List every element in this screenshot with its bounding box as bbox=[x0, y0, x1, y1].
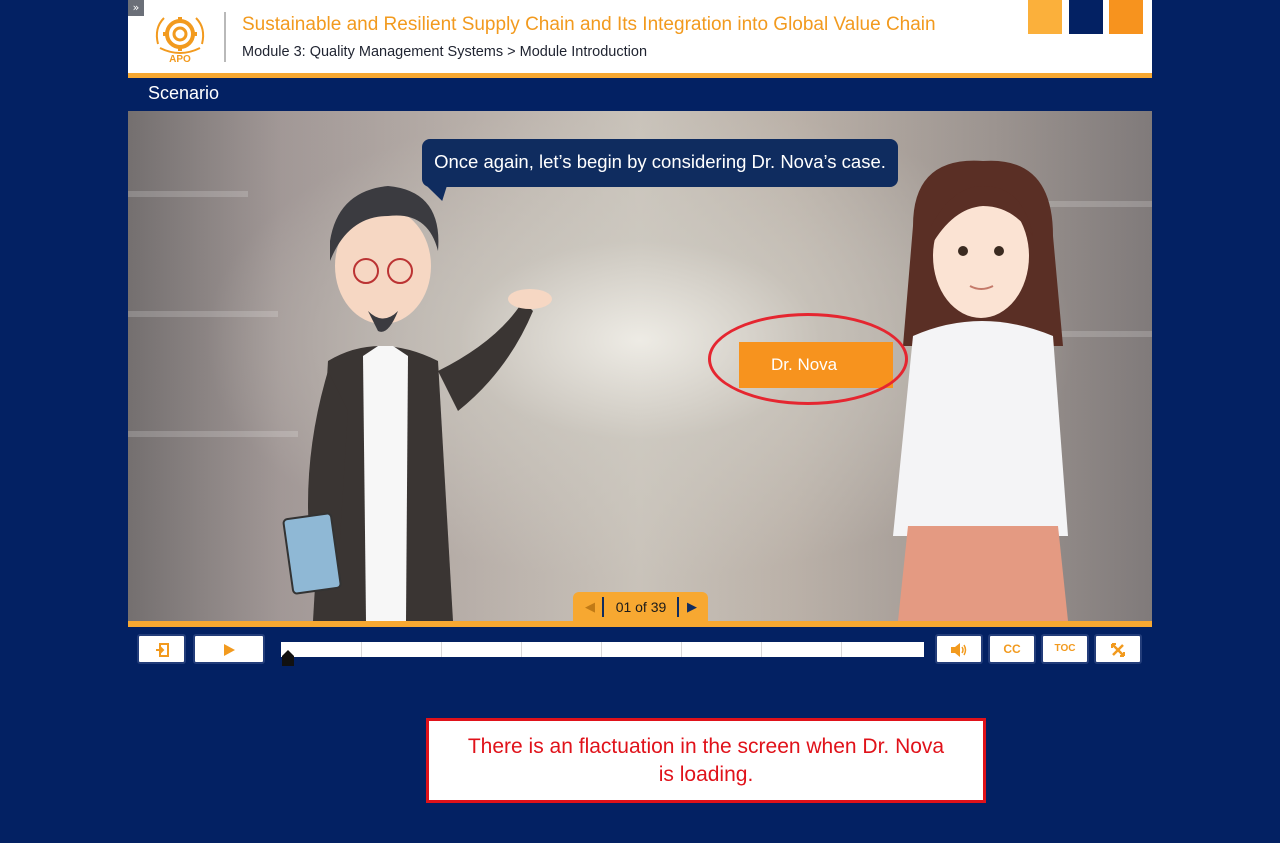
progress-tick bbox=[601, 642, 602, 657]
table-of-contents-button[interactable]: TOC bbox=[1041, 634, 1089, 664]
fullscreen-button[interactable] bbox=[1094, 634, 1142, 664]
breadcrumb: Module 3: Quality Management Systems > M… bbox=[242, 44, 648, 60]
previous-slide-icon[interactable]: ◀ bbox=[581, 598, 599, 616]
header-swatch-dark-orange bbox=[1109, 0, 1143, 34]
female-character bbox=[893, 160, 1068, 621]
header-accent-bar bbox=[128, 73, 1152, 78]
next-slide-icon[interactable]: ▶ bbox=[683, 598, 701, 616]
speech-bubble: Once again, let’s begin by considering D… bbox=[422, 139, 898, 187]
volume-button[interactable] bbox=[935, 634, 983, 664]
play-button[interactable] bbox=[193, 634, 265, 664]
warehouse-shelf bbox=[128, 191, 248, 197]
progress-tick bbox=[841, 642, 842, 657]
section-label: Scenario bbox=[148, 83, 220, 103]
fullscreen-icon bbox=[1111, 642, 1125, 657]
header-swatch-orange bbox=[1028, 0, 1062, 34]
stage-accent-bar bbox=[128, 621, 1152, 627]
exit-icon bbox=[155, 642, 169, 657]
progress-bar[interactable] bbox=[281, 642, 924, 657]
slide-counter: 01 of 39 bbox=[615, 599, 667, 615]
progress-tick bbox=[681, 642, 682, 657]
warehouse-shelf bbox=[128, 311, 278, 317]
progress-tick bbox=[361, 642, 362, 657]
logo-divider bbox=[224, 12, 226, 62]
slide-navigator: ◀ 01 of 39 ▶ bbox=[573, 592, 708, 621]
progress-handle[interactable] bbox=[282, 650, 294, 666]
progress-tick bbox=[441, 642, 442, 657]
highlight-ellipse bbox=[708, 313, 908, 405]
expand-menu-icon[interactable]: » bbox=[128, 0, 144, 16]
exit-button[interactable] bbox=[137, 634, 186, 664]
logo-text: APO bbox=[169, 54, 191, 64]
annotation-note: There is an flactuation in the screen wh… bbox=[426, 718, 986, 803]
navigator-divider bbox=[602, 597, 604, 617]
progress-tick bbox=[761, 642, 762, 657]
male-character bbox=[282, 186, 552, 621]
navigator-divider bbox=[677, 597, 679, 617]
course-header: APO Sustainable and Resilient Supply Cha… bbox=[128, 0, 1152, 73]
progress-tick bbox=[521, 642, 522, 657]
course-title: Sustainable and Resilient Supply Chain a… bbox=[242, 14, 936, 35]
volume-icon bbox=[951, 642, 967, 657]
play-icon bbox=[224, 643, 235, 656]
header-swatch-navy bbox=[1069, 0, 1103, 34]
closed-captions-button[interactable]: CC bbox=[988, 634, 1036, 664]
apo-logo: APO bbox=[155, 17, 205, 64]
slide-stage: Once again, let’s begin by considering D… bbox=[128, 111, 1152, 621]
